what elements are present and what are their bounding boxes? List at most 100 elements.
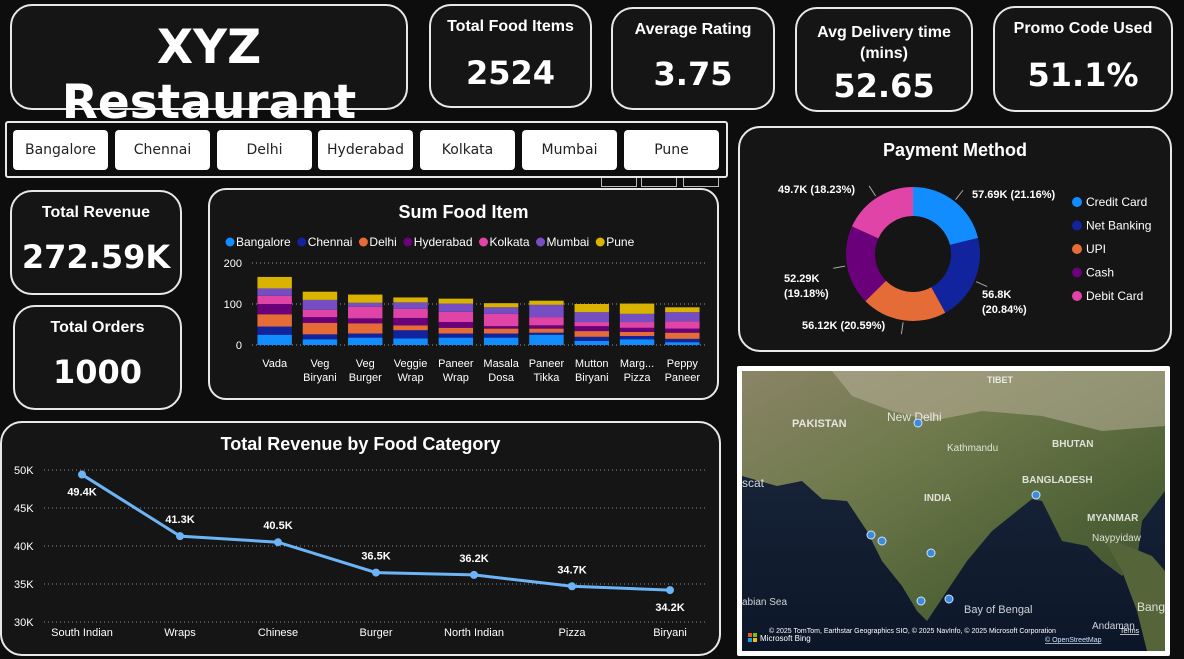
map-point-hyderabad[interactable] (926, 548, 936, 558)
legend-marker[interactable] (1072, 244, 1082, 254)
city-button-hyderabad[interactable]: Hyderabad (318, 130, 413, 170)
bar-segment[interactable] (574, 326, 609, 332)
legend-marker[interactable] (297, 237, 307, 247)
map-point-bangalore[interactable] (916, 596, 926, 606)
legend-label[interactable]: Delhi (369, 235, 396, 249)
legend-label[interactable]: Bangalore (236, 235, 291, 249)
bar-segment[interactable] (393, 330, 428, 339)
legend-marker[interactable] (403, 237, 413, 247)
bar-segment[interactable] (619, 335, 655, 340)
donut-slice[interactable] (913, 187, 979, 245)
bar-segment[interactable] (483, 333, 519, 338)
map-point-mumbai[interactable] (866, 530, 876, 540)
bar-segment[interactable] (302, 291, 338, 300)
bar-segment[interactable] (438, 311, 474, 323)
map-point-delhi[interactable] (913, 418, 923, 428)
legend-label[interactable]: Debit Card (1086, 289, 1143, 303)
visual-options-icon[interactable] (601, 178, 637, 187)
bar-segment[interactable] (348, 333, 383, 338)
bar-segment[interactable] (483, 337, 519, 345)
legend-marker[interactable] (1072, 220, 1082, 231)
more-options-icon[interactable] (683, 178, 719, 187)
bar-segment[interactable] (483, 328, 519, 334)
bar-segment[interactable] (302, 322, 338, 335)
bar-segment[interactable] (348, 337, 383, 345)
bar-segment[interactable] (665, 338, 700, 343)
line-point[interactable] (274, 538, 282, 547)
line-point[interactable] (372, 568, 380, 577)
legend-label[interactable]: Pune (606, 235, 634, 249)
legend-marker[interactable] (1072, 267, 1082, 278)
bar-segment[interactable] (529, 304, 564, 318)
legend-marker[interactable] (595, 237, 605, 247)
bar-segment[interactable] (619, 331, 655, 336)
bar-segment[interactable] (438, 333, 474, 338)
bar-segment[interactable] (393, 317, 428, 326)
legend-marker[interactable] (1072, 291, 1082, 301)
bar-segment[interactable] (302, 339, 338, 345)
bar-segment[interactable] (257, 334, 292, 345)
map-osm-link[interactable]: © OpenStreetMap (1045, 636, 1102, 644)
bar-segment[interactable] (574, 312, 609, 323)
bar-segment[interactable] (348, 294, 383, 303)
line-point[interactable] (470, 570, 478, 579)
bar-segment[interactable] (483, 303, 519, 308)
bar-segment[interactable] (665, 342, 700, 345)
city-button-bangalore[interactable]: Bangalore (13, 130, 108, 170)
bar-segment[interactable] (257, 304, 292, 315)
bar-segment[interactable] (574, 340, 609, 345)
bar-segment[interactable] (574, 331, 609, 337)
bar-segment[interactable] (393, 297, 428, 303)
city-button-mumbai[interactable]: Mumbai (522, 130, 617, 170)
bar-segment[interactable] (302, 317, 338, 323)
bar-segment[interactable] (665, 328, 700, 333)
bar-segment[interactable] (438, 322, 474, 328)
bar-segment[interactable] (257, 276, 292, 289)
legend-marker[interactable] (479, 237, 488, 247)
bar-segment[interactable] (348, 306, 383, 319)
bar-segment[interactable] (393, 308, 428, 318)
map-terms-link[interactable]: Terms (1120, 628, 1140, 635)
city-button-kolkata[interactable]: Kolkata (420, 130, 515, 170)
bar-segment[interactable] (529, 332, 564, 335)
bar-segment[interactable] (665, 321, 700, 329)
bar-segment[interactable] (529, 334, 564, 345)
city-button-delhi[interactable]: Delhi (217, 130, 312, 170)
bar-segment[interactable] (665, 312, 700, 322)
map-canvas[interactable]: PAKISTAN New Delhi Kathmandu TIBET BHUTA… (742, 371, 1165, 651)
bar-segment[interactable] (529, 325, 564, 329)
focus-mode-icon[interactable] (641, 178, 677, 187)
bar-segment[interactable] (257, 314, 292, 327)
bar-segment[interactable] (257, 326, 292, 335)
bar-segment[interactable] (619, 339, 655, 345)
legend-label[interactable]: Net Banking (1086, 219, 1151, 233)
line-point[interactable] (78, 470, 86, 479)
bar-segment[interactable] (438, 303, 474, 312)
bar-segment[interactable] (348, 318, 383, 324)
bar-segment[interactable] (483, 313, 519, 327)
legend-marker[interactable] (536, 237, 546, 247)
bar-segment[interactable] (348, 323, 383, 334)
bar-segment[interactable] (438, 337, 474, 345)
city-button-chennai[interactable]: Chennai (115, 130, 210, 170)
legend-label[interactable]: Hyderabad (414, 235, 473, 249)
legend-label[interactable]: Credit Card (1086, 195, 1147, 209)
legend-label[interactable]: Cash (1086, 266, 1114, 280)
bar-segment[interactable] (257, 288, 292, 296)
bar-segment[interactable] (438, 327, 474, 334)
legend-marker[interactable] (358, 237, 368, 247)
legend-marker[interactable] (225, 237, 235, 247)
legend-label[interactable]: Kolkata (490, 235, 530, 249)
bar-segment[interactable] (529, 300, 564, 305)
bar-segment[interactable] (393, 302, 428, 309)
bar-segment[interactable] (393, 338, 428, 345)
bar-segment[interactable] (483, 307, 519, 314)
bar-segment[interactable] (665, 332, 700, 339)
bar-segment[interactable] (619, 322, 655, 328)
map-point-chennai[interactable] (944, 594, 954, 604)
bar-segment[interactable] (574, 336, 609, 341)
bar-segment[interactable] (574, 304, 609, 313)
bar-segment[interactable] (302, 334, 338, 340)
bar-segment[interactable] (619, 313, 655, 323)
bar-segment[interactable] (529, 317, 564, 326)
